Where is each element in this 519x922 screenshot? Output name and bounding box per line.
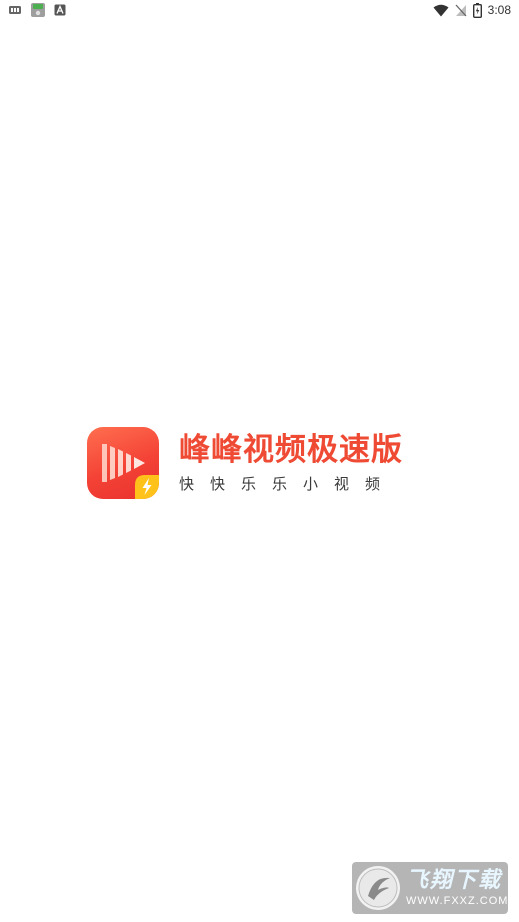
status-bar: 3:08 [0,0,519,20]
app-title: 峰峰视频极速版 [179,432,403,468]
battery-icon [472,2,482,18]
wifi-icon [433,4,449,17]
no-signal-icon [455,4,467,17]
brand-lockup: 峰峰视频极速版 快快乐乐小视频 [87,427,403,499]
text-a-icon [54,4,66,16]
status-time: 3:08 [487,3,511,17]
android-robot-icon [30,2,46,18]
brand-text: 峰峰视频极速版 快快乐乐小视频 [179,430,403,496]
watermark-domain: WWW.FXXZ.COM [406,895,508,907]
status-left-icons [8,2,66,18]
watermark-brand: 飞翔下载 [406,868,503,893]
watermark: 飞翔下载 WWW.FXXZ.COM [352,862,508,914]
sim-card-icon [8,4,22,16]
play-video-lightning-icon [87,427,159,499]
watermark-logo-icon [356,866,400,910]
watermark-text: 飞翔下载 WWW.FXXZ.COM [406,868,508,908]
splash-screen: 3:08 峰峰视频极速版 快快乐乐小视频 飞翔下载 WWW.FXXZ.COM [0,0,519,922]
app-slogan: 快快乐乐小视频 [179,475,397,493]
status-right-icons: 3:08 [433,2,511,18]
